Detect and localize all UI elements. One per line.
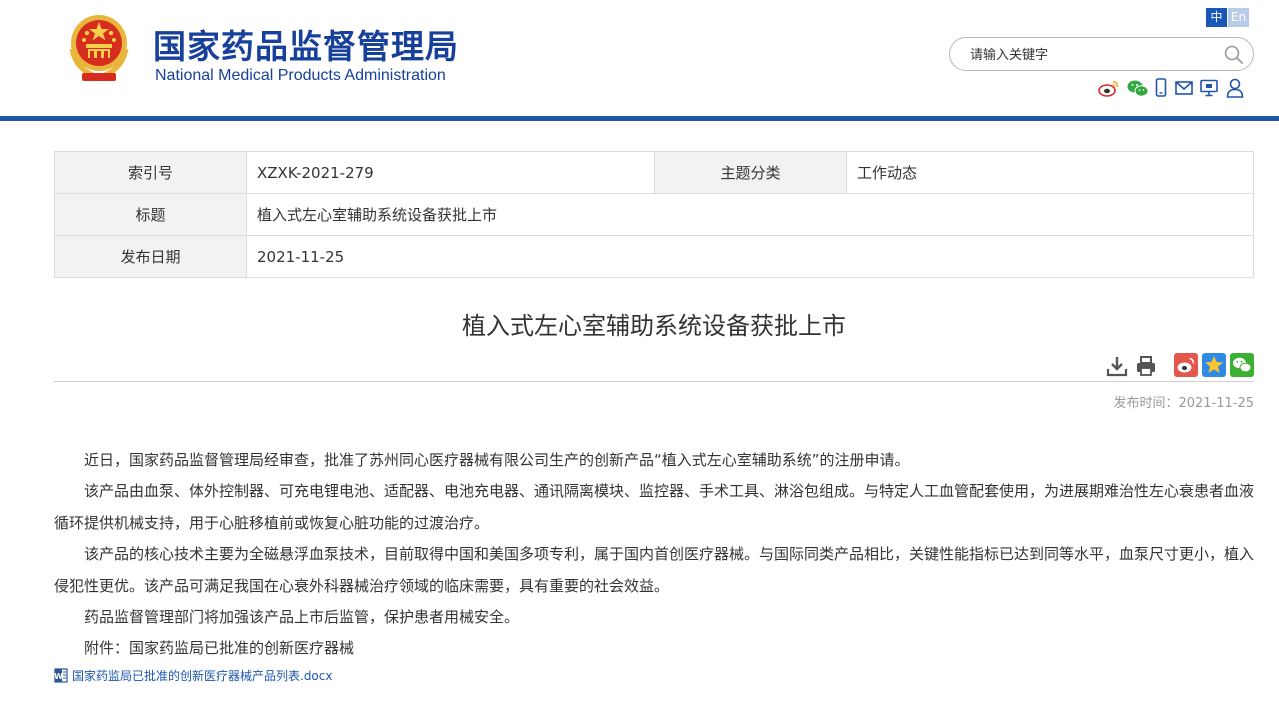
article-body: 近日，国家药品监督管理局经审查，批准了苏州同心医疗器械有限公司生产的创新产品“植…	[54, 445, 1254, 665]
site-header: 国家药品监督管理局 National Medical Products Admi…	[0, 0, 1279, 118]
download-icon[interactable]	[1106, 355, 1128, 377]
title-divider	[54, 381, 1254, 382]
title-value: 植入式左心室辅助系统设备获批上市	[246, 193, 1254, 236]
topic-value: 工作动态	[846, 151, 1254, 194]
publish-date: 发布时间：2021-11-25	[1113, 396, 1254, 411]
mobile-icon[interactable]	[1154, 78, 1168, 98]
word-document-icon: W	[54, 668, 68, 683]
table-row: 索引号 XZXK-2021-279 主题分类 工作动态	[54, 151, 1254, 194]
national-emblem-icon[interactable]	[66, 13, 132, 83]
paragraph: 该产品的核心技术主要为全磁悬浮血泵技术，目前取得中国和美国多项专利，属于国内首创…	[54, 545, 1255, 595]
search-box	[949, 37, 1254, 71]
article-meta-table: 索引号 XZXK-2021-279 主题分类 工作动态 标题 植入式左心室辅助系…	[54, 151, 1254, 278]
site-title-en[interactable]: National Medical Products Administration	[155, 67, 446, 85]
user-icon[interactable]	[1226, 78, 1244, 98]
search-icon[interactable]	[1223, 44, 1245, 66]
title-label: 标题	[54, 193, 247, 236]
wechat-icon[interactable]	[1127, 79, 1149, 98]
paragraph: 药品监督管理部门将加强该产品上市后监管，保护患者用械安全。	[84, 608, 520, 627]
mail-icon[interactable]	[1175, 81, 1193, 95]
share-qzone-icon[interactable]	[1202, 353, 1226, 377]
share-wechat-icon[interactable]	[1230, 353, 1254, 377]
svg-text:W: W	[54, 672, 63, 681]
site-title-cn[interactable]: 国家药品监督管理局	[153, 20, 459, 68]
paragraph: 该产品由血泵、体外控制器、可充电锂电池、适配器、电池充电器、通讯隔离模块、监控器…	[54, 482, 1255, 532]
search-input[interactable]	[970, 45, 1210, 65]
paragraph: 近日，国家药品监督管理局经审查，批准了苏州同心医疗器械有限公司生产的创新产品“植…	[84, 451, 910, 469]
weibo-icon[interactable]	[1098, 78, 1120, 98]
attachment-link[interactable]: W 国家药监局已批准的创新医疗器械产品列表.docx	[54, 667, 332, 684]
index-value: XZXK-2021-279	[246, 151, 655, 194]
language-en-button[interactable]: En	[1228, 8, 1249, 27]
table-row: 标题 植入式左心室辅助系统设备获批上市	[54, 193, 1254, 236]
language-zh-button[interactable]: 中	[1206, 8, 1227, 27]
table-row: 发布日期 2021-11-25	[54, 235, 1254, 278]
share-weibo-icon[interactable]	[1174, 353, 1198, 377]
computer-icon[interactable]	[1200, 79, 1218, 97]
index-label: 索引号	[54, 151, 247, 194]
attachment-filename[interactable]: 国家药监局已批准的创新医疗器械产品列表.docx	[72, 667, 332, 684]
date-label: 发布日期	[54, 235, 247, 278]
paragraph: 附件：国家药监局已批准的创新医疗器械	[84, 639, 355, 658]
topic-label: 主题分类	[654, 151, 847, 194]
print-icon[interactable]	[1135, 355, 1157, 377]
article-title: 植入式左心室辅助系统设备获批上市	[462, 312, 846, 340]
header-divider-bar	[0, 116, 1279, 121]
date-value: 2021-11-25	[246, 235, 1254, 278]
